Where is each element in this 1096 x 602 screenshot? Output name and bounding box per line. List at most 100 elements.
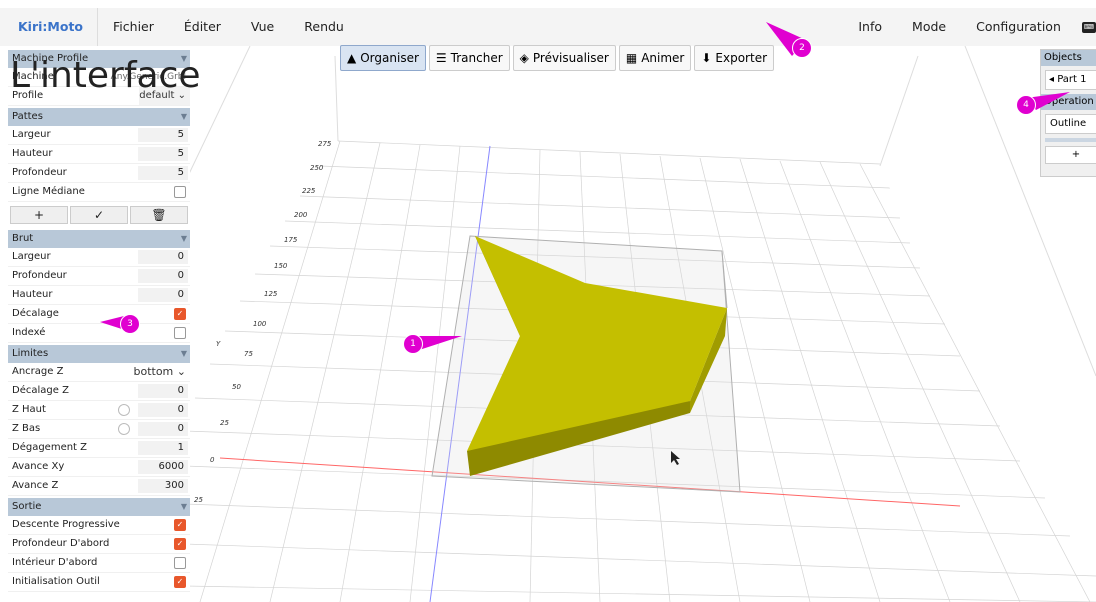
trash-icon[interactable]: 🗑 (130, 206, 188, 224)
pattes-hauteur-input[interactable]: 5 (138, 147, 188, 161)
operation-header: Operation Li (1041, 94, 1096, 110)
decalage-z-row: Décalage Z 0 (8, 382, 190, 401)
decalage-z-input[interactable]: 0 (138, 384, 188, 398)
exporter-button[interactable]: ⬇ Exporter (694, 45, 775, 71)
section-title: Pattes (12, 111, 43, 122)
ancrage-z-value: bottom (133, 365, 174, 378)
brut-hauteur-input[interactable]: 0 (138, 288, 188, 302)
caret-down-icon: ▼ (180, 234, 187, 243)
indexe-checkbox[interactable] (174, 327, 186, 339)
menu-configuration[interactable]: Configuration (961, 8, 1076, 46)
field-label: Avance Xy (12, 461, 65, 472)
brand-logo[interactable]: Kiri:Moto (0, 8, 99, 46)
organiser-button[interactable]: ▲ Organiser (340, 45, 426, 71)
interieur-dabord-checkbox[interactable] (174, 557, 186, 569)
shapes-icon: ▲ (347, 51, 357, 65)
overlay-title: L'interface (10, 55, 201, 96)
tick-175: 175 (284, 236, 298, 244)
tick-250: 250 (310, 164, 324, 172)
keyboard-icon[interactable]: ⌨ (1081, 22, 1096, 33)
brut-largeur-input[interactable]: 0 (138, 250, 188, 264)
z-haut-radio[interactable] (118, 404, 130, 416)
marker-2: 2 (792, 38, 812, 58)
field-label: Descente Progressive (12, 519, 120, 530)
outline-label: Outline (1050, 118, 1087, 129)
marker-3: 3 (120, 314, 140, 334)
pattes-profondeur-input[interactable]: 5 (138, 166, 188, 180)
avance-xy-input[interactable]: 6000 (138, 460, 188, 474)
check-button[interactable]: ✓ (70, 206, 128, 224)
menu-info[interactable]: Info (843, 8, 897, 46)
bars-icon: ☰ (435, 51, 447, 65)
decalage-checkbox[interactable]: ✓ (174, 308, 186, 320)
menu-mode[interactable]: Mode (897, 8, 961, 46)
avance-z-input[interactable]: 300 (138, 479, 188, 493)
field-label: Intérieur D'abord (12, 557, 98, 568)
tick-100: 100 (253, 320, 267, 328)
animer-button[interactable]: ▦ Animer (618, 45, 692, 71)
add-button[interactable]: + (10, 206, 68, 224)
descente-progressive-checkbox[interactable]: ✓ (174, 519, 186, 531)
brut-profondeur-input[interactable]: 0 (138, 269, 188, 283)
chevron-left-icon[interactable]: ◂ (1049, 74, 1054, 85)
z-bas-input[interactable]: 0 (138, 422, 188, 436)
field-label: Z Bas (12, 423, 41, 434)
part-label: Part 1 (1057, 74, 1087, 85)
objects-panel: Objects ◂ Part 1 Operation Li Outline + (1040, 49, 1096, 177)
tick-neg-25: 25 (194, 496, 203, 504)
menu-rendu[interactable]: Rendu (289, 8, 359, 46)
decalage-row: Décalage ✓ (8, 305, 190, 324)
section-title: Brut (12, 233, 34, 244)
menu-editer[interactable]: Éditer (169, 8, 236, 46)
ancrage-z-row: Ancrage Z bottom ⌄ (8, 363, 190, 382)
ligne-mediane-row: Ligne Médiane (8, 183, 190, 202)
ligne-mediane-checkbox[interactable] (174, 186, 186, 198)
pattes-largeur-row: Largeur 5 (8, 126, 190, 145)
section-brut[interactable]: Brut ▼ (8, 230, 190, 248)
pattes-hauteur-row: Hauteur 5 (8, 145, 190, 164)
degagement-z-input[interactable]: 1 (138, 441, 188, 455)
section-pattes[interactable]: Pattes ▼ (8, 108, 190, 126)
pattes-actions: + ✓ 🗑 (8, 202, 190, 228)
field-label: Initialisation Outil (12, 576, 100, 587)
menu-fichier[interactable]: Fichier (98, 8, 169, 46)
profondeur-dabord-checkbox[interactable]: ✓ (174, 538, 186, 550)
menu-vue[interactable]: Vue (236, 8, 289, 46)
y-axis-ticks: 275 250 225 200 175 150 125 100 Y 75 50 … (194, 140, 332, 504)
initialisation-outil-checkbox[interactable]: ✓ (174, 576, 186, 588)
previsualiser-label: Prévisualiser (532, 51, 609, 65)
field-label: Largeur (12, 251, 51, 262)
section-limites[interactable]: Limites ▼ (8, 345, 190, 363)
brut-largeur-row: Largeur 0 (8, 248, 190, 267)
pattes-largeur-input[interactable]: 5 (138, 128, 188, 142)
field-label: Indexé (12, 327, 46, 338)
field-label: Z Haut (12, 404, 46, 415)
indexe-row: Indexé (8, 324, 190, 343)
z-bas-radio[interactable] (118, 423, 130, 435)
caret-down-icon: ▼ (180, 112, 187, 121)
objects-header: Objects (1041, 50, 1096, 66)
tick-150: 150 (274, 262, 288, 270)
degagement-z-row: Dégagement Z 1 (8, 439, 190, 458)
brut-hauteur-row: Hauteur 0 (8, 286, 190, 305)
tick-0: 0 (210, 456, 215, 464)
field-label: Hauteur (12, 148, 53, 159)
animer-label: Animer (641, 51, 685, 65)
operation-divider (1045, 138, 1096, 142)
trancher-button[interactable]: ☰ Trancher (428, 45, 510, 71)
operation-outline[interactable]: Outline (1045, 114, 1096, 134)
pattes-profondeur-row: Profondeur 5 (8, 164, 190, 183)
tick-275: 275 (318, 140, 332, 148)
organiser-label: Organiser (360, 51, 419, 65)
section-sortie[interactable]: Sortie ▼ (8, 498, 190, 516)
z-haut-input[interactable]: 0 (138, 403, 188, 417)
tick-200: 200 (294, 211, 308, 219)
add-operation-button[interactable]: + (1045, 146, 1096, 164)
brut-profondeur-row: Profondeur 0 (8, 267, 190, 286)
previsualiser-button[interactable]: ◈ Prévisualiser (512, 45, 616, 71)
object-selector[interactable]: ◂ Part 1 (1045, 70, 1096, 90)
ancrage-z-select[interactable]: bottom ⌄ (133, 363, 190, 381)
y-axis-label: Y (216, 340, 221, 348)
tick-125: 125 (264, 290, 278, 298)
field-label: Profondeur D'abord (12, 538, 110, 549)
